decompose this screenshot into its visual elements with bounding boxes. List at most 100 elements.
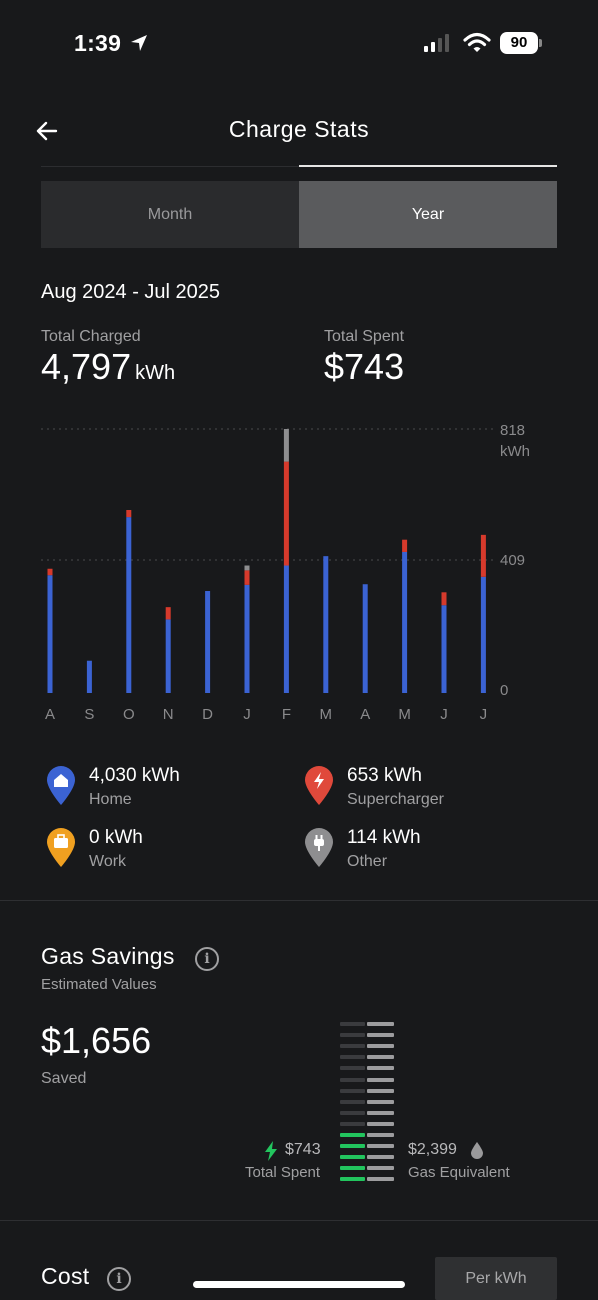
- y-tick-409: 409: [500, 552, 525, 569]
- gauge-row: [340, 1110, 394, 1115]
- per-kwh-toggle[interactable]: Per kWh: [435, 1257, 557, 1300]
- gauge-row: [340, 1088, 394, 1093]
- y-tick-0: 0: [500, 682, 508, 699]
- y-tick-818: 818: [500, 422, 525, 439]
- plug-icon: [305, 828, 333, 867]
- gauge-row: [340, 1077, 394, 1082]
- x-tick-label: M: [398, 706, 411, 723]
- gas-value: $2,399: [408, 1141, 457, 1158]
- bar-supercharger-3: [165, 607, 171, 620]
- location-arrow-icon: [131, 35, 147, 51]
- bar-home-8: [362, 584, 368, 693]
- legend-label: Supercharger: [347, 791, 444, 808]
- bar-home-0: [47, 575, 53, 693]
- x-tick-label: J: [480, 706, 488, 723]
- gauge-row: [340, 1121, 394, 1126]
- bar-home-4: [205, 591, 211, 693]
- bar-home-7: [323, 556, 329, 693]
- gauge-row: [340, 1177, 394, 1182]
- legend-label: Work: [89, 853, 127, 870]
- bar-supercharger-5: [244, 570, 250, 585]
- spent-label: Total Spent: [245, 1164, 321, 1181]
- bar-home-11: [480, 576, 486, 693]
- battery-icon: 90: [500, 32, 538, 54]
- section-divider: [0, 1220, 598, 1221]
- bar-supercharger-11: [480, 534, 486, 577]
- bar-home-9: [402, 551, 408, 693]
- x-tick-label: D: [202, 706, 213, 723]
- battery-tip: [539, 39, 542, 47]
- gauge-row: [340, 1044, 394, 1049]
- saved-value: $1,656: [41, 1020, 152, 1061]
- fuel-drop-icon: [471, 1142, 483, 1159]
- bar-home-6: [283, 565, 289, 693]
- saved-label: Saved: [41, 1070, 87, 1087]
- bar-home-3: [165, 619, 171, 693]
- x-tick-label: S: [84, 706, 94, 723]
- total-charged-value: 4,797: [41, 346, 132, 387]
- period-segmented-control: Month Year: [41, 181, 557, 248]
- total-spent-label: Total Spent: [324, 328, 405, 345]
- total-charged: 4,797 kWh: [41, 346, 175, 388]
- y-tick-unit: kWh: [500, 443, 530, 460]
- bar-home-1: [86, 660, 92, 693]
- x-tick-label: O: [123, 706, 135, 723]
- gas-savings-info-icon[interactable]: i: [195, 947, 219, 971]
- gauge-row: [340, 1133, 394, 1137]
- gas-savings-title: Gas Savings: [41, 943, 175, 969]
- gauge-row: [340, 1099, 394, 1104]
- bar-other-6: [283, 429, 289, 462]
- gas-savings-subtitle: Estimated Values: [41, 976, 157, 993]
- legend-value: 0 kWh: [89, 827, 143, 848]
- section-divider: [0, 900, 598, 901]
- legend-label: Home: [89, 791, 132, 808]
- x-tick-label: N: [163, 706, 174, 723]
- wifi-icon: [463, 32, 491, 52]
- gauge-row: [340, 1033, 394, 1038]
- x-tick-label: M: [320, 706, 333, 723]
- gauge-row: [340, 1166, 394, 1171]
- gauge-row: [340, 1144, 394, 1149]
- spent-value: $743: [285, 1141, 321, 1158]
- bar-home-10: [441, 605, 447, 693]
- gauge-row: [340, 1055, 394, 1060]
- x-tick-label: F: [282, 706, 291, 723]
- legend-value: 114 kWh: [347, 827, 421, 848]
- bolt-icon: [305, 766, 333, 805]
- tab-year[interactable]: Year: [299, 181, 557, 248]
- x-tick-label: J: [243, 706, 251, 723]
- legend-value: 4,030 kWh: [89, 765, 180, 786]
- bar-supercharger-9: [402, 539, 408, 552]
- monthly-charge-chart: 818 kWh 409 0 A S O N D J F M A M J J: [41, 422, 530, 723]
- home-icon: [47, 766, 75, 805]
- gas-label: Gas Equivalent: [408, 1164, 510, 1181]
- total-spent-value: $743: [324, 346, 405, 387]
- x-tick-label: A: [360, 706, 370, 723]
- bar-home-2: [126, 517, 132, 693]
- x-tick-label: A: [45, 706, 55, 723]
- gauge-row: [340, 1066, 394, 1071]
- cost-title: Cost: [41, 1263, 90, 1289]
- legend-value: 653 kWh: [347, 765, 422, 786]
- gauge-row: [340, 1022, 394, 1026]
- total-charged-unit: kWh: [135, 362, 176, 384]
- gauge-row: [340, 1155, 394, 1160]
- bar-supercharger-10: [441, 592, 447, 606]
- bar-other-5: [244, 565, 250, 571]
- page-title: Charge Stats: [228, 116, 370, 142]
- date-range: Aug 2024 - Jul 2025: [41, 281, 221, 303]
- total-charged-label: Total Charged: [41, 328, 141, 345]
- legend-label: Other: [347, 853, 388, 870]
- bar-supercharger-2: [126, 510, 132, 518]
- briefcase-icon: [47, 828, 75, 867]
- home-indicator: [193, 1281, 405, 1288]
- x-tick-label: J: [440, 706, 448, 723]
- tab-month[interactable]: Month: [41, 181, 299, 248]
- tab-underline-active: [299, 165, 557, 167]
- cost-info-icon[interactable]: i: [107, 1267, 131, 1291]
- bolt-icon: [265, 1141, 277, 1161]
- status-time: 1:39: [74, 30, 122, 56]
- bar-supercharger-6: [283, 461, 289, 566]
- bar-supercharger-0: [47, 568, 53, 576]
- bar-home-5: [244, 584, 250, 693]
